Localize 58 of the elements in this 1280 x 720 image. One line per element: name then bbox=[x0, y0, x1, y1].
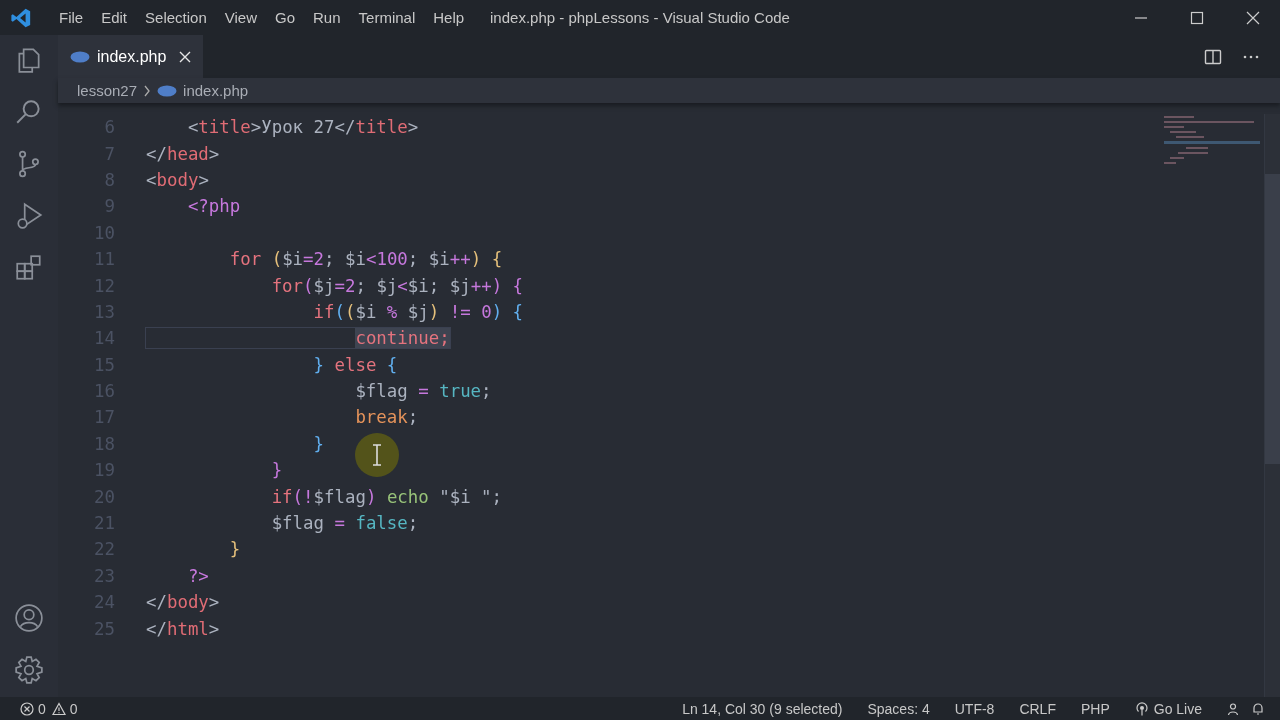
php-file-icon bbox=[157, 84, 178, 97]
account-icon[interactable] bbox=[14, 603, 44, 633]
code-line: } else { bbox=[312, 354, 398, 375]
breadcrumb-item[interactable]: lesson27 bbox=[77, 82, 138, 99]
code-line: $flag = false; bbox=[270, 513, 419, 534]
code-line: break; bbox=[354, 407, 419, 428]
run-debug-icon[interactable] bbox=[14, 201, 44, 231]
error-icon bbox=[20, 701, 34, 716]
code-line: continue; bbox=[146, 328, 450, 349]
code-line: } bbox=[228, 539, 241, 560]
go-live-button[interactable]: Go Live bbox=[1153, 700, 1202, 717]
person-icon[interactable] bbox=[1227, 701, 1241, 716]
status-item[interactable]: Ln 14, Col 30 (9 selected) bbox=[682, 700, 843, 717]
code-line: ?> bbox=[186, 565, 209, 586]
maximize-icon[interactable] bbox=[1190, 10, 1204, 25]
vscode-logo-icon bbox=[10, 6, 32, 29]
close-icon[interactable] bbox=[1246, 10, 1260, 25]
status-item[interactable]: Spaces: 4 bbox=[867, 700, 930, 717]
code-line: <title>Урок 27</title> bbox=[186, 117, 419, 138]
menu-item[interactable]: File bbox=[50, 9, 93, 26]
code-line: </head> bbox=[146, 143, 220, 164]
menu-item[interactable]: Selection bbox=[136, 9, 216, 26]
close-icon[interactable] bbox=[179, 50, 192, 63]
status-item[interactable]: UTF-8 bbox=[954, 700, 995, 717]
settings-icon[interactable] bbox=[14, 655, 44, 685]
code-line: if(($i % $j) != 0) { bbox=[312, 301, 524, 322]
text-cursor-icon bbox=[354, 432, 400, 478]
menu-item[interactable]: View bbox=[215, 9, 266, 26]
code-line: <?php bbox=[186, 196, 241, 217]
scrollbar[interactable] bbox=[1264, 114, 1280, 697]
code-line: for($j=2; $j<$i; $j++) { bbox=[270, 275, 524, 296]
error-count[interactable]: 0 bbox=[38, 700, 46, 717]
editor-tab[interactable]: index.php bbox=[58, 35, 204, 78]
code-line: </html> bbox=[146, 618, 220, 639]
code-line: for ($i=2; $i<100; $i++) { bbox=[228, 249, 503, 270]
split-editor-icon[interactable] bbox=[1204, 47, 1222, 66]
status-item[interactable]: PHP bbox=[1080, 700, 1110, 717]
menu-item[interactable]: Go bbox=[266, 9, 304, 26]
warning-icon bbox=[51, 701, 66, 716]
window-title: index.php - phpLessons - Visual Studio Code bbox=[490, 9, 790, 26]
breadcrumb-item[interactable]: index.php bbox=[183, 82, 249, 99]
code-line: </body> bbox=[146, 592, 220, 613]
extensions-icon[interactable] bbox=[14, 253, 44, 283]
menu-item[interactable]: Run bbox=[304, 9, 350, 26]
code-line: $flag = true; bbox=[354, 381, 492, 402]
code-line: if(!$flag) echo "$i "; bbox=[270, 486, 503, 507]
warning-count[interactable]: 0 bbox=[69, 700, 78, 717]
broadcast-icon bbox=[1134, 701, 1149, 716]
menu-item[interactable]: Terminal bbox=[349, 9, 425, 26]
code-line: } bbox=[312, 433, 324, 454]
menu-item[interactable]: Edit bbox=[92, 9, 137, 26]
php-file-icon bbox=[70, 50, 90, 63]
bell-icon[interactable] bbox=[1251, 701, 1265, 716]
status-item[interactable]: CRLF bbox=[1019, 700, 1056, 717]
code-line: } bbox=[270, 460, 283, 481]
menu-item[interactable]: Help bbox=[424, 9, 474, 26]
code-line: <body> bbox=[146, 169, 209, 190]
chevron-icon bbox=[143, 84, 152, 97]
